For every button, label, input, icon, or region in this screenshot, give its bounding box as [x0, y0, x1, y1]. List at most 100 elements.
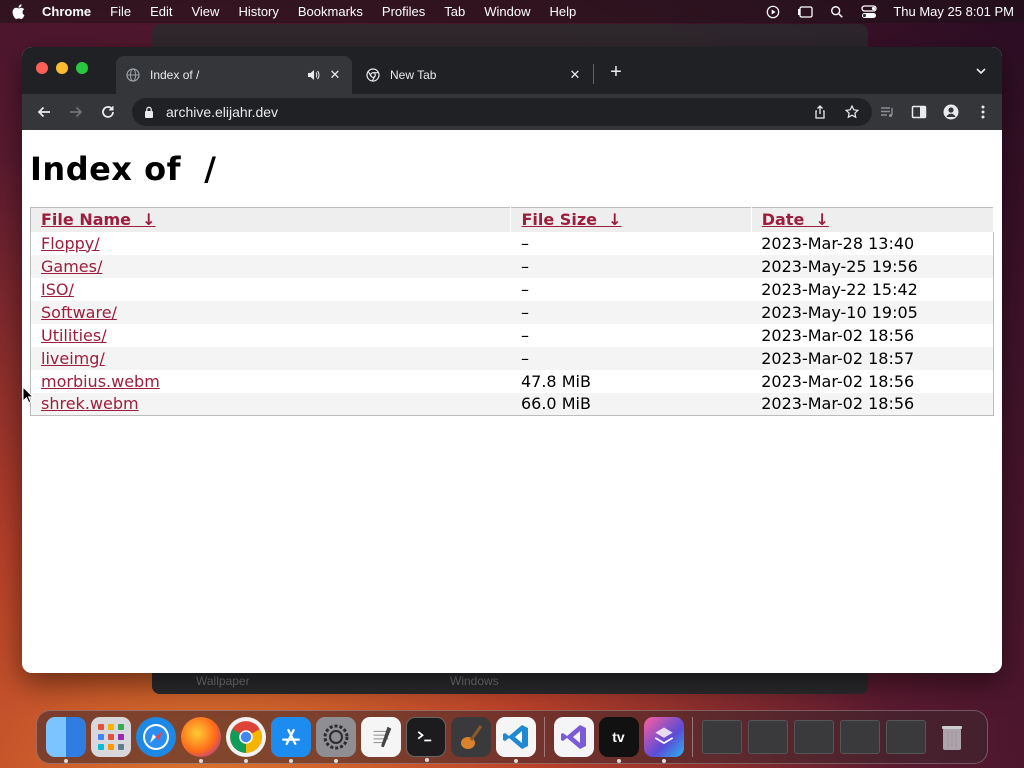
tab-strip: Index of / ✕ New Tab ✕ +	[22, 47, 1002, 94]
launchpad-icon[interactable]	[90, 717, 131, 757]
file-size-cell: –	[520, 279, 529, 299]
reload-button[interactable]	[94, 98, 122, 126]
file-link[interactable]: Games/	[41, 257, 102, 276]
vscode-icon[interactable]	[495, 717, 536, 763]
minimized-window-thumbnail[interactable]	[886, 720, 926, 754]
running-indicator	[243, 759, 248, 763]
file-date-cell: 2023-May-25 19:56	[761, 256, 918, 276]
stage-manager-icon[interactable]	[797, 5, 813, 19]
profile-avatar-icon[interactable]	[940, 98, 962, 126]
minimized-window-thumbnail[interactable]	[702, 720, 742, 754]
file-link[interactable]: shrek.webm	[41, 394, 139, 413]
trash-icon[interactable]	[932, 717, 972, 757]
tab-title: New Tab	[390, 68, 437, 82]
browser-toolbar: archive.elijahr.dev	[22, 94, 1002, 130]
sort-by-name-link[interactable]: File Name ↓	[41, 210, 156, 229]
kebab-menu-icon[interactable]	[972, 98, 994, 126]
running-indicator	[198, 759, 203, 763]
file-link[interactable]: liveimg/	[41, 349, 105, 368]
file-link[interactable]: morbius.webm	[41, 372, 160, 391]
file-size-cell: 47.8 MiB	[520, 371, 591, 391]
apple-tv-label: tv	[612, 729, 625, 745]
menubar-clock[interactable]: Thu May 25 8:01 PM	[893, 4, 1014, 19]
sort-by-size-link[interactable]: File Size ↓	[521, 210, 621, 229]
system-settings-icon[interactable]	[315, 717, 356, 763]
media-control-icon[interactable]	[876, 98, 898, 126]
safari-icon[interactable]	[135, 717, 176, 757]
finder-icon[interactable]	[45, 717, 86, 763]
menu-profiles[interactable]: Profiles	[382, 4, 425, 19]
lock-icon[interactable]	[144, 105, 156, 119]
share-icon[interactable]	[812, 104, 828, 120]
window-controls	[36, 62, 88, 74]
background-footer-left: Wallpaper	[196, 674, 250, 688]
menu-tab[interactable]: Tab	[444, 4, 465, 19]
file-link[interactable]: Utilities/	[41, 326, 107, 345]
control-center-icon[interactable]	[861, 4, 877, 19]
file-name-cell: liveimg/	[31, 347, 511, 370]
file-date-cell: 2023-Mar-02 18:57	[761, 348, 915, 368]
shortcuts-icon[interactable]	[643, 717, 684, 763]
visual-studio-icon[interactable]	[553, 717, 594, 757]
minimized-window-thumbnail[interactable]	[748, 720, 788, 754]
app-store-icon[interactable]	[270, 717, 311, 763]
terminal-icon[interactable]	[405, 717, 446, 762]
menu-bar: Chrome File Edit View History Bookmarks …	[0, 0, 1024, 23]
zoom-window-button[interactable]	[76, 62, 88, 74]
file-link[interactable]: Floppy/	[41, 234, 100, 253]
bookmark-star-icon[interactable]	[844, 104, 860, 120]
menu-file[interactable]: File	[110, 4, 131, 19]
close-tab-icon[interactable]: ✕	[328, 67, 342, 82]
address-bar[interactable]: archive.elijahr.dev	[132, 98, 872, 126]
minimize-window-button[interactable]	[56, 62, 68, 74]
file-date-cell: 2023-May-22 15:42	[761, 279, 918, 299]
menu-bookmarks[interactable]: Bookmarks	[298, 4, 363, 19]
file-size-cell: –	[520, 233, 529, 253]
garageband-icon[interactable]	[450, 717, 491, 757]
tab-index-of[interactable]: Index of / ✕	[116, 56, 352, 94]
chrome-icon[interactable]	[225, 717, 266, 763]
sort-by-date-link[interactable]: Date ↓	[762, 210, 829, 229]
forward-button[interactable]	[62, 98, 90, 126]
column-header-file-size[interactable]: File Size ↓	[510, 207, 752, 232]
minimized-window-thumbnail[interactable]	[794, 720, 834, 754]
menu-history[interactable]: History	[238, 4, 278, 19]
menu-help[interactable]: Help	[550, 4, 577, 19]
apple-menu-icon[interactable]	[10, 4, 26, 20]
close-tab-icon[interactable]: ✕	[568, 67, 582, 82]
file-link[interactable]: ISO/	[41, 280, 74, 299]
side-panel-icon[interactable]	[908, 98, 930, 126]
chrome-icon	[366, 68, 380, 82]
app-menu[interactable]: Chrome	[42, 4, 91, 19]
globe-icon	[126, 68, 140, 82]
apple-tv-icon[interactable]: tv	[598, 717, 639, 763]
url-text[interactable]: archive.elijahr.dev	[166, 104, 796, 120]
column-header-file-name[interactable]: File Name ↓	[30, 207, 512, 232]
new-tab-button[interactable]: +	[606, 61, 626, 83]
tab-new-tab[interactable]: New Tab ✕	[356, 56, 592, 94]
menu-edit[interactable]: Edit	[150, 4, 172, 19]
screen-record-icon[interactable]	[765, 5, 781, 19]
column-header-date[interactable]: Date ↓	[751, 207, 995, 232]
back-button[interactable]	[30, 98, 58, 126]
minimized-window-thumbnail[interactable]	[840, 720, 880, 754]
file-date-cell: 2023-Mar-28 13:40	[761, 233, 915, 253]
dock-separator	[544, 717, 545, 757]
menu-view[interactable]: View	[191, 4, 219, 19]
table-row: Utilities/ – 2023-Mar-02 18:56	[31, 324, 994, 347]
page-content: Index of / File Name ↓ File Size ↓ Date …	[22, 130, 1002, 673]
speaker-icon[interactable]	[306, 68, 320, 82]
file-size-cell: –	[520, 256, 529, 276]
running-indicator	[333, 759, 338, 763]
firefox-icon[interactable]	[180, 717, 221, 763]
spotlight-search-icon[interactable]	[829, 5, 845, 19]
file-name-cell: ISO/	[31, 278, 511, 301]
menu-window[interactable]: Window	[484, 4, 530, 19]
table-row: Software/ – 2023-May-10 19:05	[30, 300, 994, 324]
tab-search-icon[interactable]	[974, 64, 988, 78]
file-link[interactable]: Software/	[41, 303, 117, 322]
close-window-button[interactable]	[36, 62, 48, 74]
tab-title: Index of /	[150, 68, 200, 82]
textedit-icon[interactable]	[360, 717, 401, 757]
running-indicator	[661, 759, 666, 763]
